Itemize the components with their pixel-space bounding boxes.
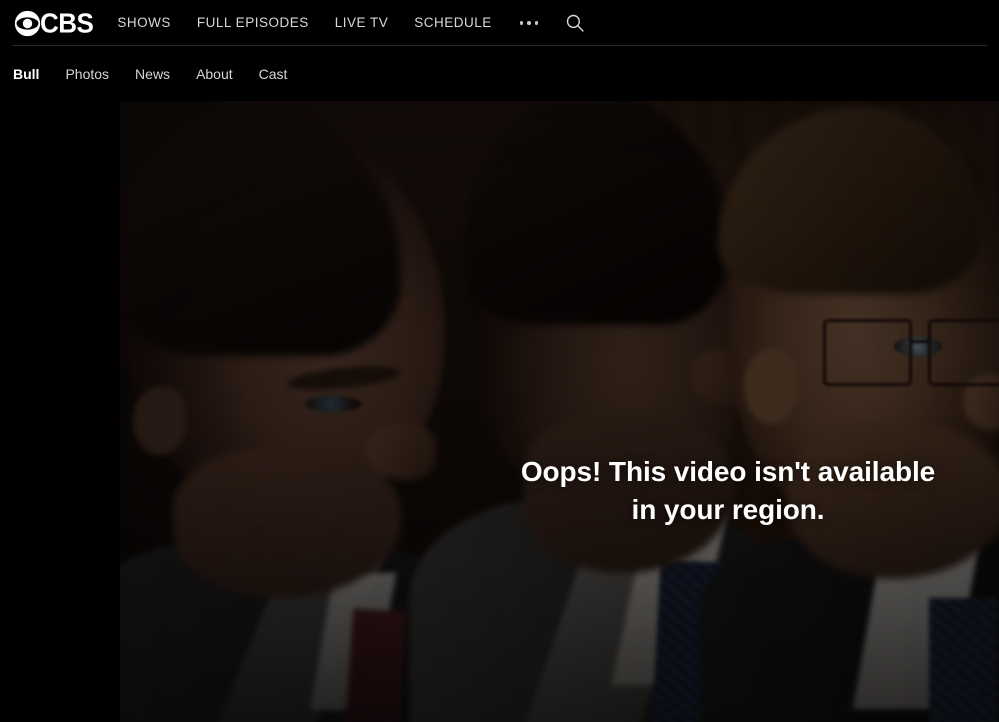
search-icon[interactable]: [564, 12, 586, 34]
show-nav-item-news[interactable]: News: [135, 67, 170, 81]
nav-item-schedule[interactable]: SCHEDULE: [414, 16, 492, 30]
nav-item-full-episodes[interactable]: FULL EPISODES: [197, 16, 309, 30]
cbs-video-page: CBS SHOWS FULL EPISODES LIVE TV SCHEDULE…: [0, 0, 999, 722]
man-right-jaw: [788, 423, 999, 580]
show-nav-item-bull[interactable]: Bull: [13, 67, 39, 81]
ellipsis-dot: [519, 21, 524, 25]
nav-item-live-tv[interactable]: LIVE TV: [335, 16, 389, 30]
cbs-eye-icon: [14, 10, 41, 36]
cbs-logo[interactable]: CBS: [14, 0, 94, 46]
eyeglasses-icon: [823, 312, 999, 393]
eyeglass-lens-right: [927, 318, 999, 387]
ellipsis-icon[interactable]: [518, 15, 541, 31]
man-left-eye: [304, 395, 362, 413]
video-player[interactable]: Oops! This video isn't available in your…: [120, 101, 999, 722]
man-right-tie: [928, 597, 999, 722]
nav-item-shows[interactable]: SHOWS: [117, 16, 171, 30]
cbs-wordmark: CBS: [40, 7, 94, 39]
show-navbar: Bull Photos News About Cast: [0, 46, 999, 101]
show-nav-item-photos[interactable]: Photos: [65, 67, 109, 81]
man-right-ear: [744, 349, 797, 424]
ellipsis-dot: [527, 21, 531, 25]
eyeglass-lens-left: [823, 318, 913, 387]
man-left-ear: [133, 386, 186, 455]
show-nav-item-about[interactable]: About: [196, 67, 233, 81]
poster-scene: [120, 101, 999, 722]
search-glyph: [567, 14, 584, 32]
video-poster-image: [120, 101, 999, 722]
primary-navbar: CBS SHOWS FULL EPISODES LIVE TV SCHEDULE: [0, 0, 999, 46]
show-nav-item-cast[interactable]: Cast: [259, 67, 288, 81]
navbar-divider: [12, 45, 987, 46]
man-left-tie: [344, 608, 406, 722]
primary-nav-list: SHOWS FULL EPISODES LIVE TV SCHEDULE: [117, 0, 586, 46]
ellipsis-dot: [534, 21, 539, 25]
